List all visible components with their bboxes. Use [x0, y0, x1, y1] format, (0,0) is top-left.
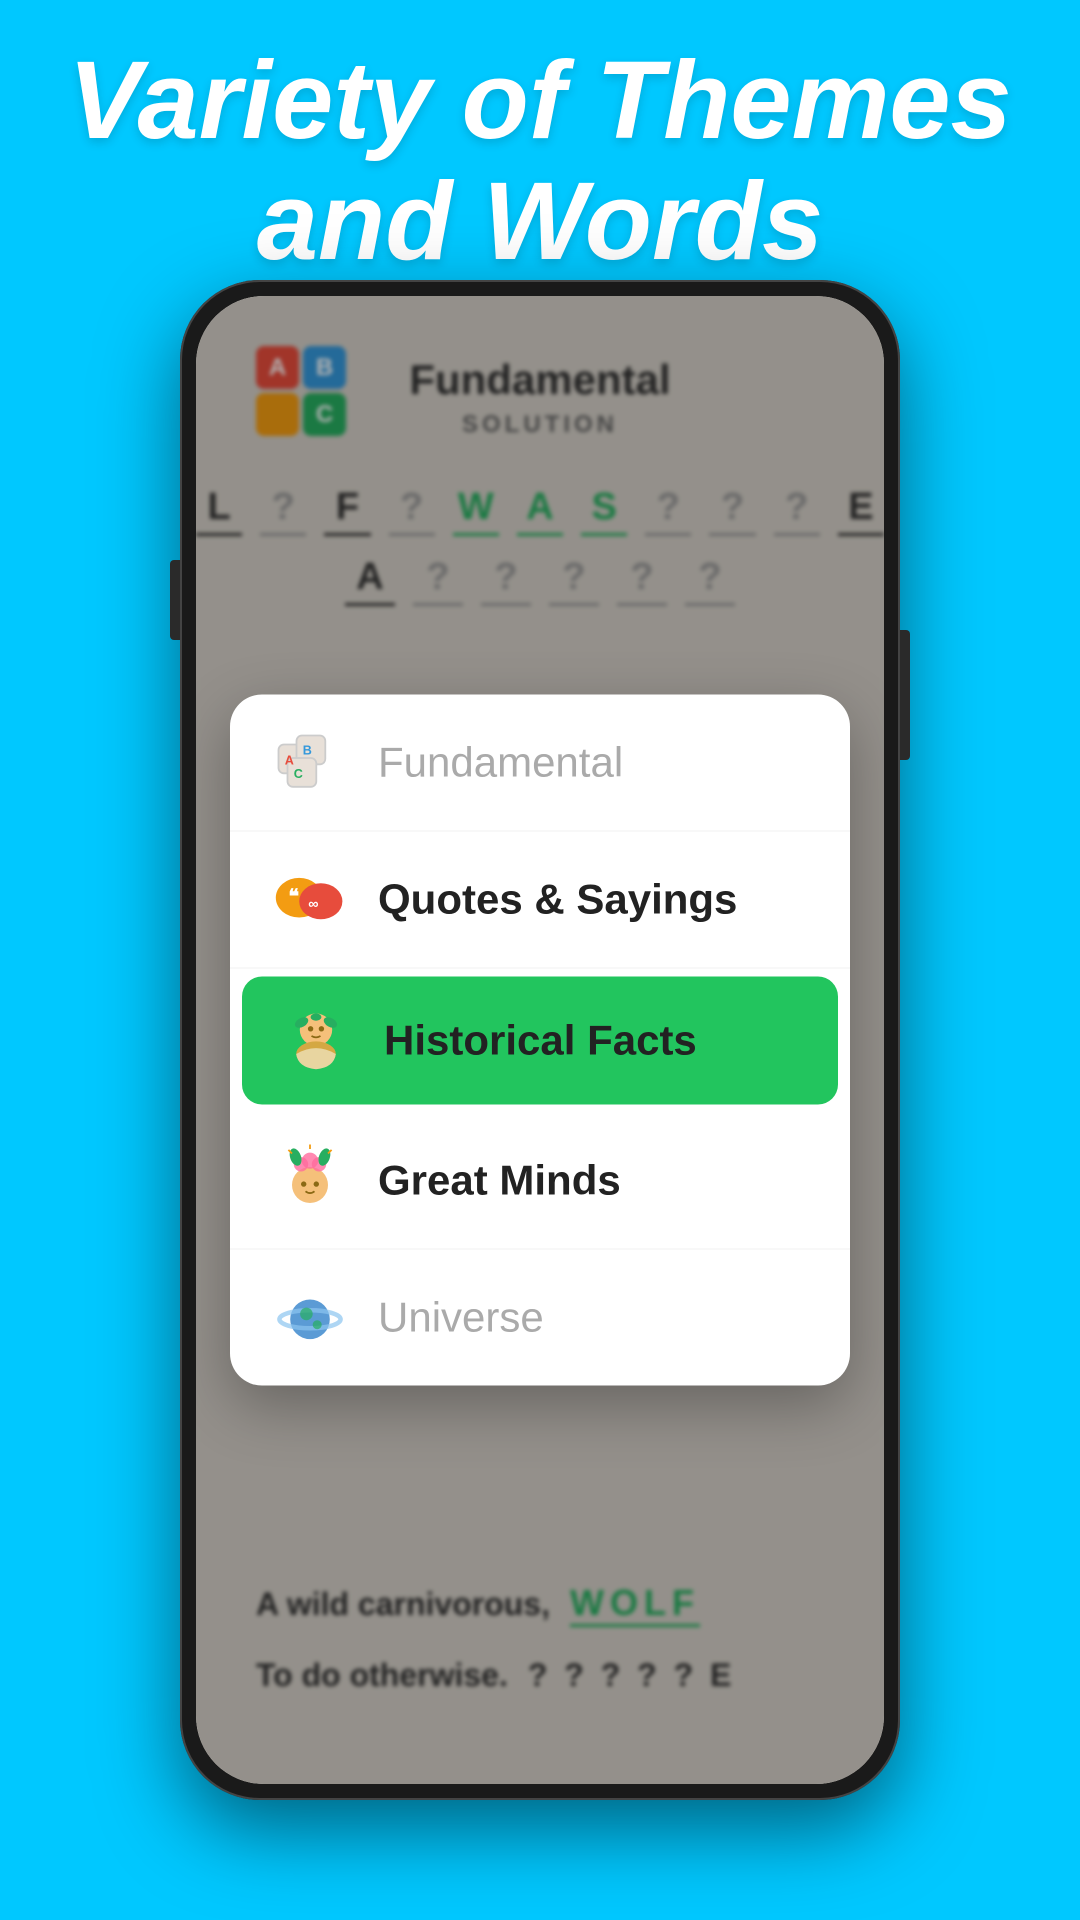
svg-text:∞: ∞: [308, 897, 318, 913]
svg-text:✦: ✦: [326, 1286, 340, 1304]
quotes-icon: ❝ ∞: [270, 860, 350, 940]
phone-screen: A B C Fundamental SOLUTION L ? F ? W A: [196, 296, 884, 1784]
svg-text:C: C: [294, 767, 303, 781]
minds-icon: [270, 1141, 350, 1221]
theme-picker-modal: A B C Fundamental ❝ ∞: [230, 695, 850, 1386]
svg-text:A: A: [285, 753, 294, 767]
theme-label-historical: Historical Facts: [384, 1017, 697, 1065]
universe-icon: ✦: [270, 1278, 350, 1358]
theme-label-quotes: Quotes & Sayings: [378, 876, 737, 924]
historical-icon: [276, 1001, 356, 1081]
theme-label-fundamental: Fundamental: [378, 739, 623, 787]
theme-item-universe[interactable]: ✦ Universe: [230, 1250, 850, 1386]
theme-item-fundamental[interactable]: A B C Fundamental: [230, 695, 850, 832]
theme-item-minds[interactable]: Great Minds: [230, 1113, 850, 1250]
svg-text:❝: ❝: [288, 886, 299, 908]
svg-text:B: B: [303, 743, 312, 757]
theme-label-minds: Great Minds: [378, 1157, 621, 1205]
phone-mockup: A B C Fundamental SOLUTION L ? F ? W A: [180, 280, 900, 1800]
header-title: Variety of Themes and Words: [0, 40, 1080, 282]
theme-item-quotes[interactable]: ❝ ∞ Quotes & Sayings: [230, 832, 850, 969]
theme-label-universe: Universe: [378, 1294, 544, 1342]
fundamental-icon: A B C: [270, 723, 350, 803]
theme-item-historical[interactable]: Historical Facts: [242, 977, 838, 1105]
modal-overlay: A B C Fundamental ❝ ∞: [196, 296, 884, 1784]
